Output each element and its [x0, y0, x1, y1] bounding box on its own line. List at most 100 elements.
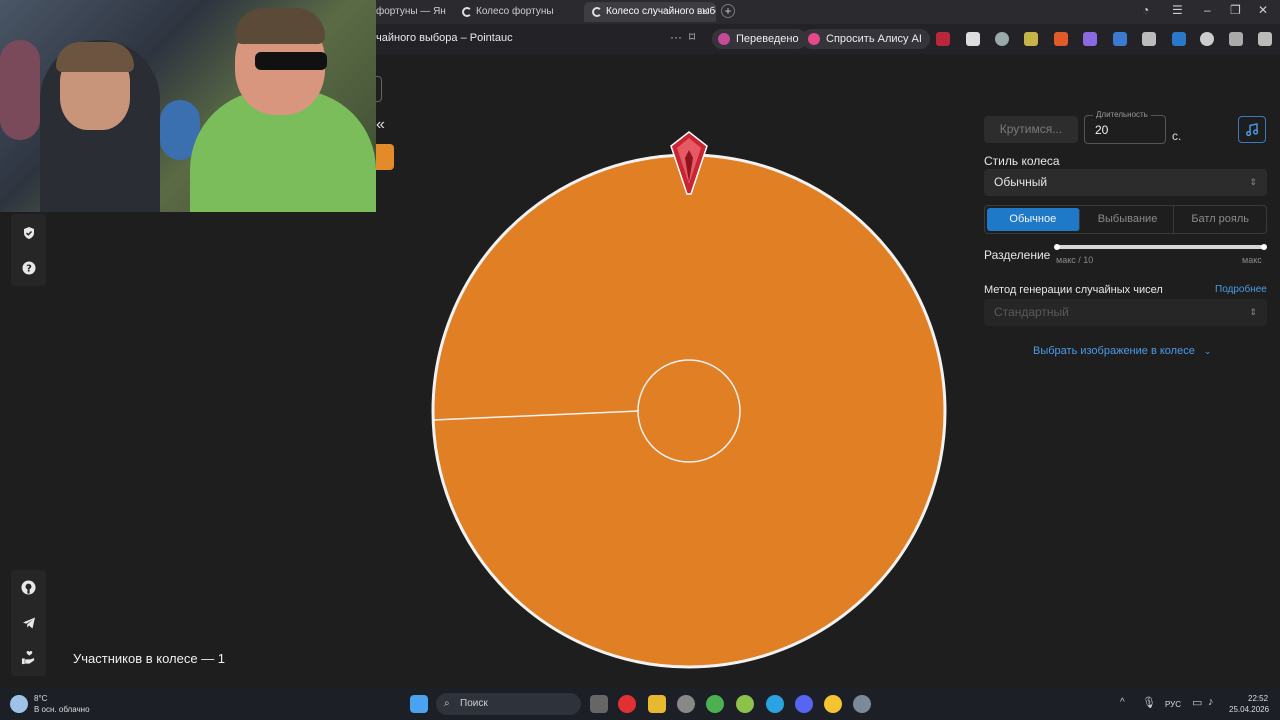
wheel[interactable] [425, 128, 953, 676]
telegram-link[interactable] [11, 605, 46, 640]
profile-icon[interactable]: ◔ [1142, 3, 1149, 17]
add-button-edge[interactable] [376, 144, 394, 170]
music-note-icon [1245, 122, 1259, 136]
extension-icon[interactable] [1083, 32, 1097, 46]
close-tab-icon[interactable]: ✕ [701, 2, 710, 22]
spin-button[interactable]: Крутимся... [984, 116, 1078, 143]
extension-icon[interactable] [1024, 32, 1038, 46]
telegram-icon[interactable] [766, 695, 784, 713]
tab-label: Колесо случайного выбо [606, 6, 716, 17]
sidebar-top-group: ? [11, 214, 46, 286]
volume-icon[interactable]: ♪ [1208, 696, 1214, 708]
split-slider[interactable] [1054, 244, 1267, 250]
page-title[interactable]: чайного выбора – Pointauc [376, 32, 513, 44]
globe-icon[interactable] [995, 32, 1009, 46]
alice-icon [808, 33, 820, 45]
webcam-sunglasses [255, 52, 327, 70]
tab-yandex[interactable]: фортуны — Яндекс [376, 2, 446, 22]
participants-count: Участников в колесе — 1 [73, 651, 226, 666]
mode-segmented-control: Обычное Выбывание Батл рояль [984, 205, 1267, 234]
play-icon[interactable] [1200, 32, 1214, 46]
bookmark-icon[interactable]: ⌑ [689, 30, 695, 44]
duration-unit: с. [1172, 129, 1182, 143]
choose-image-link[interactable]: Выбрать изображение в колесе ⌄ [1033, 345, 1211, 357]
new-tab-button[interactable]: + [721, 4, 735, 18]
translated-label: Переведено [736, 33, 799, 45]
shield-button[interactable] [11, 215, 46, 250]
more-icon[interactable]: ··· [670, 30, 682, 44]
help-icon: ? [22, 261, 35, 274]
windows-start-icon[interactable] [410, 695, 428, 713]
obs-icon[interactable] [677, 695, 695, 713]
slider-min-handle[interactable] [1054, 244, 1060, 250]
weather-desc: В осн. облачно [34, 705, 90, 714]
select-arrows-icon: ⇕ [1249, 307, 1257, 317]
wheel-center-circle [637, 359, 741, 463]
mode-normal[interactable]: Обычное [987, 208, 1080, 231]
donate-link[interactable] [11, 640, 46, 675]
network-icon[interactable]: ▭ [1192, 696, 1202, 709]
ask-alice-label: Спросить Алису AI [826, 33, 922, 45]
wheel-style-select[interactable]: Обычный ⇕ [984, 169, 1267, 196]
chrome-icon[interactable] [824, 695, 842, 713]
rng-label: Метод генерации случайных чисел [984, 284, 1163, 296]
sidebar-bottom-group [11, 570, 46, 676]
app-icon[interactable] [736, 695, 754, 713]
rng-more-link[interactable]: Подробнее [1215, 284, 1267, 295]
extension-icon[interactable] [1113, 32, 1127, 46]
duration-label: Длительность [1093, 110, 1151, 119]
windows-taskbar: 8°C В осн. облачно Поиск ⌕ ^ 🎙 РУС ▭ ♪ 2… [0, 688, 1280, 720]
yandex-browser-icon[interactable] [618, 695, 636, 713]
extension-icon[interactable] [936, 32, 950, 46]
mode-elimination[interactable]: Выбывание [1082, 206, 1175, 233]
wheel-style-value: Обычный [994, 175, 1048, 189]
minimize-icon[interactable]: – [1204, 3, 1211, 17]
split-min-label: макс / 10 [1056, 255, 1094, 265]
taskbar-search[interactable]: Поиск [436, 693, 581, 715]
extension-icon[interactable] [1054, 32, 1068, 46]
settings-gear-icon[interactable] [853, 695, 871, 713]
clock-date[interactable]: 25.04.2026 [1229, 705, 1269, 714]
github-link[interactable] [11, 570, 46, 605]
collapse-panel-icon[interactable]: « [376, 116, 385, 134]
help-button[interactable]: ? [11, 250, 46, 285]
discord-icon[interactable] [795, 695, 813, 713]
download-icon[interactable] [1258, 32, 1272, 46]
restore-icon[interactable]: ❐ [1230, 3, 1241, 17]
chrome-icon[interactable] [706, 695, 724, 713]
close-window-icon[interactable]: ✕ [1258, 3, 1268, 17]
microphone-icon[interactable]: 🎙 [1142, 696, 1156, 709]
chevron-up-icon[interactable]: ^ [1120, 697, 1125, 708]
tab-random-wheel[interactable]: Колесо случайного выбо ✕ [584, 2, 716, 22]
rng-value: Стандартный [994, 305, 1069, 319]
language-indicator[interactable]: РУС [1165, 700, 1181, 709]
translate-icon [718, 33, 730, 45]
split-max-label: макс [1242, 255, 1262, 265]
webcam-person-hair [235, 8, 325, 44]
tab-wheel-of-fortune[interactable]: Колесо фортуны [454, 2, 580, 22]
split-label: Разделение [984, 248, 1051, 262]
webcam-person-hair [56, 42, 134, 72]
slider-max-handle[interactable] [1261, 244, 1267, 250]
translated-badge[interactable]: Переведено [712, 29, 807, 49]
extension-icon[interactable] [1172, 32, 1186, 46]
menu-icon[interactable]: ☰ [1172, 3, 1183, 17]
task-view-icon[interactable] [590, 695, 608, 713]
mode-battle-royale[interactable]: Батл рояль [1174, 206, 1266, 233]
extensions-icon[interactable] [1229, 32, 1243, 46]
weather-icon[interactable] [10, 695, 28, 713]
input-edge[interactable] [376, 76, 382, 102]
file-explorer-icon[interactable] [648, 695, 666, 713]
tab-label: Колесо фортуны [476, 6, 554, 17]
choose-image-label: Выбрать изображение в колесе [1033, 345, 1195, 357]
qr-icon[interactable] [966, 32, 980, 46]
shield-icon[interactable] [1142, 32, 1156, 46]
chevron-down-icon: ⌄ [1203, 346, 1212, 356]
rng-select[interactable]: Стандартный ⇕ [984, 299, 1267, 326]
ask-alice-button[interactable]: Спросить Алису AI [802, 29, 930, 49]
clock-time[interactable]: 22:52 [1248, 694, 1268, 703]
webcam-overlay [0, 0, 376, 212]
duration-value[interactable]: 20 [1095, 123, 1108, 137]
donate-hand-icon [21, 651, 35, 665]
music-button[interactable] [1238, 116, 1266, 143]
